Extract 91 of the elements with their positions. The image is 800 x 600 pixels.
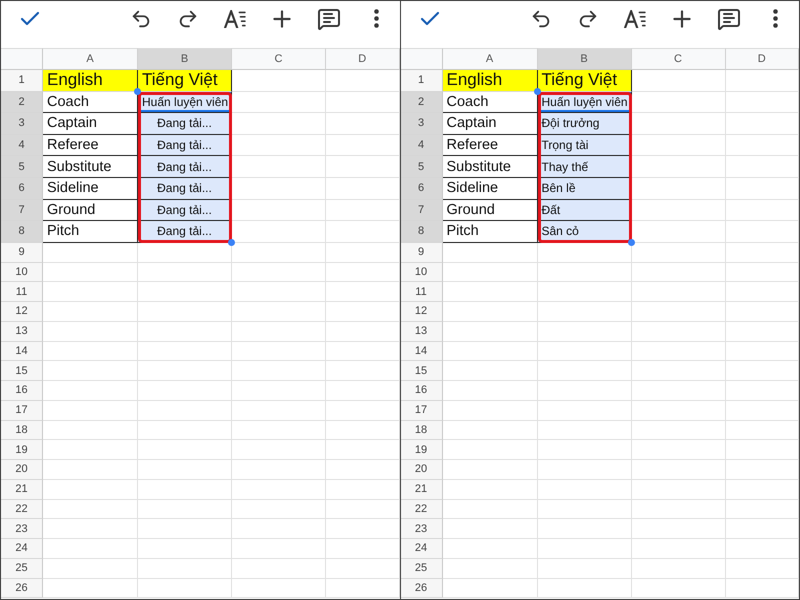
- column-header[interactable]: B: [138, 48, 232, 70]
- row-number[interactable]: 5: [1, 156, 43, 178]
- loading-cell[interactable]: Đang tải...: [138, 156, 232, 178]
- spreadsheet-cell[interactable]: Pitch: [442, 221, 538, 243]
- spreadsheet-cell[interactable]: Captain: [43, 113, 138, 135]
- row-number[interactable]: 25: [1, 558, 43, 578]
- row-number[interactable]: 8: [400, 221, 442, 243]
- row-number[interactable]: 7: [1, 200, 43, 222]
- row-number[interactable]: 3: [400, 113, 442, 135]
- row-number[interactable]: 16: [1, 381, 43, 401]
- text-format-icon: [624, 10, 646, 28]
- row-number[interactable]: 1: [1, 70, 43, 92]
- row-number[interactable]: 25: [400, 558, 442, 578]
- row-number[interactable]: 12: [1, 302, 43, 322]
- row-number[interactable]: 4: [400, 134, 442, 156]
- row-number[interactable]: 19: [1, 440, 43, 460]
- row-number[interactable]: 4: [1, 134, 43, 156]
- row-number[interactable]: 10: [1, 262, 43, 282]
- spreadsheet-cell[interactable]: Substitute: [43, 156, 138, 178]
- row-number[interactable]: 5: [400, 156, 442, 178]
- spreadsheet-cell[interactable]: Ground: [442, 200, 538, 222]
- column-header[interactable]: C: [632, 48, 726, 70]
- column-header[interactable]: A: [43, 48, 138, 70]
- row-number[interactable]: 21: [1, 480, 43, 500]
- row-number[interactable]: 26: [400, 578, 442, 598]
- more-icon: [773, 9, 778, 28]
- more-icon: [374, 9, 378, 28]
- row-number[interactable]: 11: [400, 282, 442, 302]
- spreadsheet-cell[interactable]: Pitch: [43, 221, 138, 243]
- row-number[interactable]: 15: [1, 361, 43, 381]
- spreadsheet-cell[interactable]: Substitute: [442, 156, 538, 178]
- row-number[interactable]: 20: [1, 460, 43, 480]
- row-number[interactable]: 14: [1, 342, 43, 362]
- row-number[interactable]: 23: [1, 519, 43, 539]
- spreadsheet-cell[interactable]: Coach: [442, 92, 538, 114]
- row-number[interactable]: 15: [400, 361, 442, 381]
- spreadsheet-cell[interactable]: Referee: [43, 134, 138, 156]
- redo-icon: [177, 8, 199, 30]
- row-number[interactable]: 11: [1, 282, 43, 302]
- select-all-corner[interactable]: [1, 48, 43, 70]
- row-number[interactable]: 10: [400, 262, 442, 282]
- row-number[interactable]: 6: [1, 178, 43, 200]
- row-number[interactable]: 2: [400, 92, 442, 114]
- header-cell[interactable]: Tiếng Việt: [138, 70, 232, 92]
- comment-icon: [716, 6, 740, 30]
- row-number[interactable]: 1: [400, 70, 442, 92]
- spreadsheet-cell[interactable]: Sideline: [43, 178, 138, 200]
- row-number[interactable]: 17: [400, 400, 442, 420]
- row-number[interactable]: 18: [1, 420, 43, 440]
- comment-icon: [317, 6, 341, 30]
- row-number[interactable]: 9: [1, 242, 43, 262]
- column-header[interactable]: B: [538, 48, 632, 70]
- row-number[interactable]: 19: [400, 440, 442, 460]
- column-header[interactable]: A: [442, 48, 538, 70]
- row-number[interactable]: 18: [400, 420, 442, 440]
- row-number[interactable]: 3: [1, 113, 43, 135]
- undo-icon: [130, 8, 152, 30]
- row-number[interactable]: 14: [400, 342, 442, 362]
- row-number[interactable]: 20: [400, 460, 442, 480]
- header-cell[interactable]: English: [442, 70, 538, 92]
- select-all-corner[interactable]: [400, 48, 442, 70]
- row-number[interactable]: 26: [1, 578, 43, 598]
- row-number[interactable]: 6: [400, 178, 442, 200]
- row-number[interactable]: 17: [1, 400, 43, 420]
- text-format-icon: [224, 10, 246, 28]
- spreadsheet-cell[interactable]: Ground: [43, 200, 138, 222]
- spreadsheet-cell[interactable]: Captain: [442, 113, 538, 135]
- row-number[interactable]: 8: [1, 221, 43, 243]
- row-number[interactable]: 24: [400, 539, 442, 559]
- header-cell[interactable]: Tiếng Việt: [538, 70, 632, 92]
- row-number[interactable]: 12: [400, 302, 442, 322]
- row-number[interactable]: 22: [400, 500, 442, 520]
- row-number[interactable]: 13: [400, 322, 442, 342]
- column-header[interactable]: D: [726, 48, 799, 70]
- spreadsheet-cell[interactable]: Sideline: [442, 178, 538, 200]
- spreadsheet-cell[interactable]: Coach: [43, 92, 138, 114]
- spreadsheet-cell[interactable]: Referee: [442, 134, 538, 156]
- undo-icon: [530, 8, 552, 30]
- column-header[interactable]: D: [326, 48, 400, 70]
- row-number[interactable]: 23: [400, 519, 442, 539]
- row-number[interactable]: 13: [1, 322, 43, 342]
- row-number[interactable]: 9: [400, 242, 442, 262]
- row-number[interactable]: 16: [400, 381, 442, 401]
- loading-cell[interactable]: Đang tải...: [138, 113, 232, 135]
- row-number[interactable]: 24: [1, 539, 43, 559]
- column-header[interactable]: C: [232, 48, 326, 70]
- header-cell[interactable]: English: [43, 70, 138, 92]
- row-number[interactable]: 2: [1, 92, 43, 114]
- row-number[interactable]: 7: [400, 200, 442, 222]
- row-number[interactable]: 22: [1, 500, 43, 520]
- row-number[interactable]: 21: [400, 480, 442, 500]
